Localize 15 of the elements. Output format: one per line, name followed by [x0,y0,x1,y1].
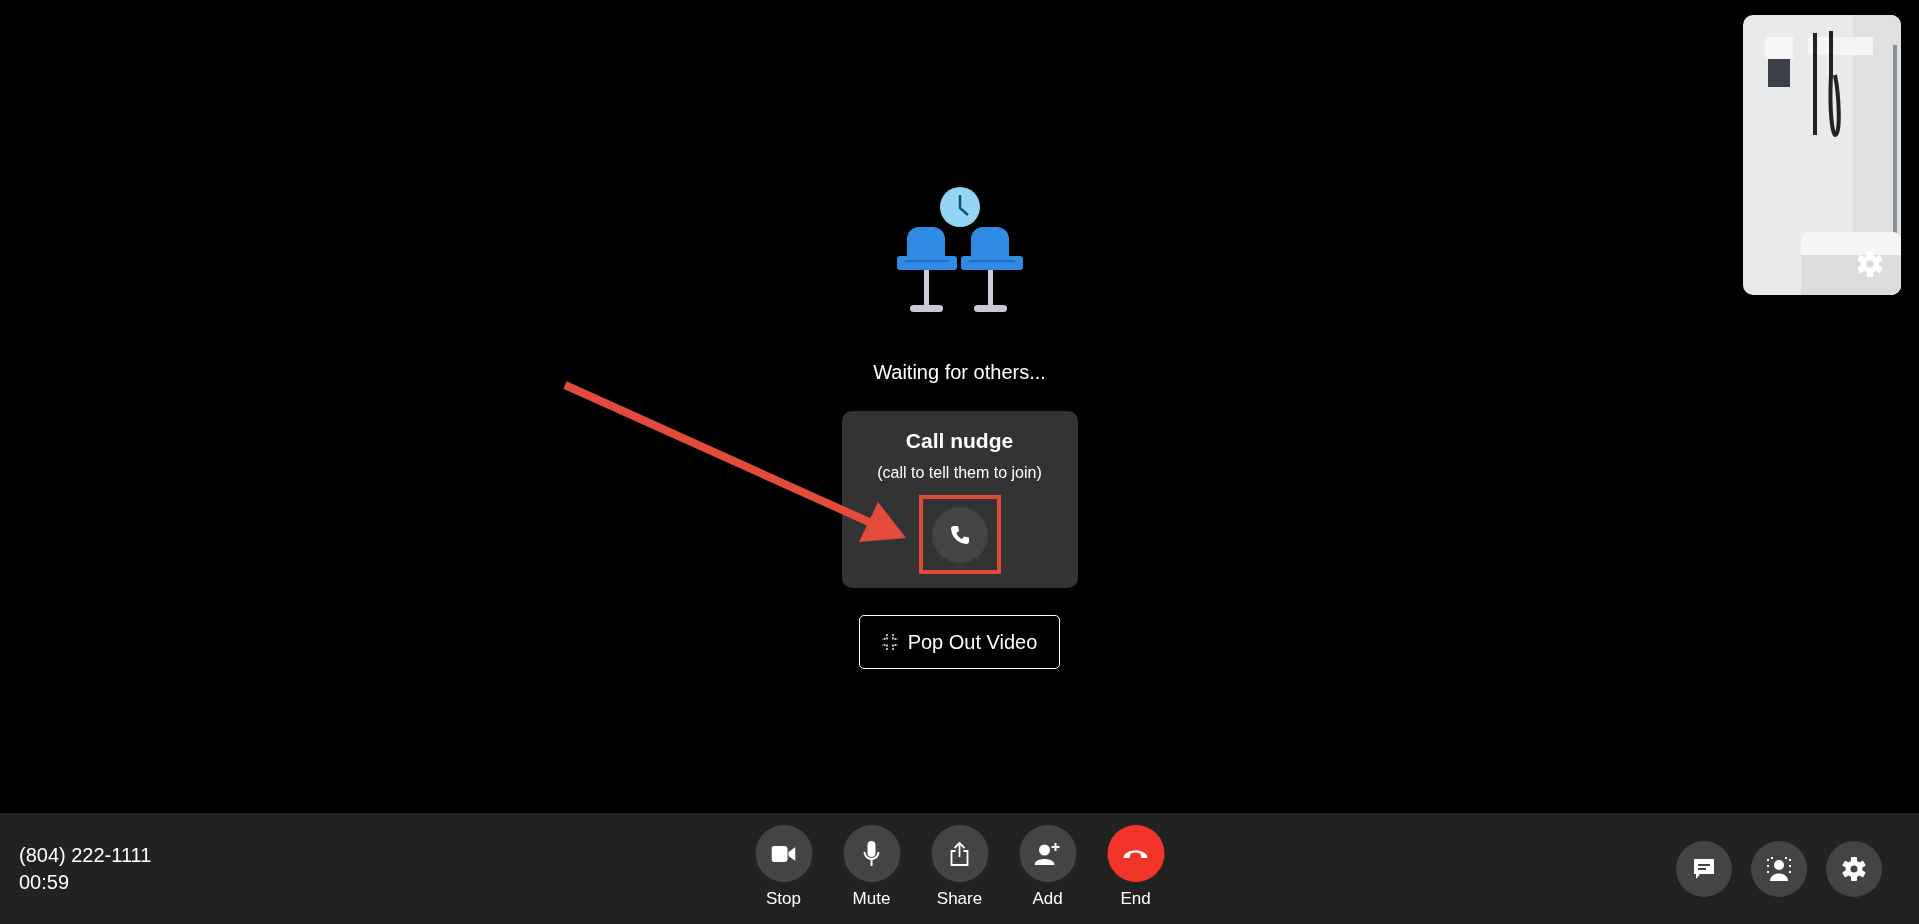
share-icon [948,841,971,866]
phone-icon [949,525,970,546]
status-text: Waiting for others... [873,360,1046,385]
card-title: Call nudge [905,428,1014,454]
collapse-icon [881,634,898,650]
video-camera-icon [771,844,796,863]
microphone-icon [862,840,881,867]
call-duration: 00:59 [19,869,71,895]
card-subtitle: (call to tell them to join) [877,463,1042,484]
person-background-icon [1767,856,1791,881]
phone-number: (804) 222-1111 [19,842,152,868]
chat-icon [1692,856,1716,881]
pop-out-button[interactable]: Pop Out Video [858,615,1061,669]
settings-icon [1842,856,1866,881]
add-person-icon [1034,841,1061,866]
